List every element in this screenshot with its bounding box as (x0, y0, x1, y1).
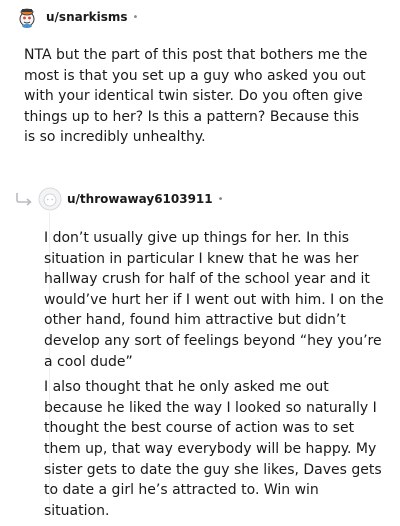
reply-paragraph: I also thought that he only asked me out… (44, 379, 382, 519)
reply-author[interactable]: u/throwaway6103911 (67, 192, 213, 206)
reply-header: u/throwaway6103911 • (38, 187, 224, 211)
meta-separator: • (132, 11, 139, 23)
snoo-avatar-icon[interactable] (16, 6, 38, 28)
comment-header: u/snarkisms • (16, 5, 138, 29)
reply-body: I don’t usually give up things for her. … (44, 228, 384, 526)
comment-body: NTA but the part of this post that bothe… (24, 47, 368, 146)
meta-separator: • (217, 193, 224, 205)
reply-paragraph: I don’t usually give up things for her. … (44, 230, 384, 370)
default-avatar-icon[interactable] (38, 187, 62, 211)
reply-arrow-icon (16, 193, 32, 206)
comment-author[interactable]: u/snarkisms (46, 10, 128, 24)
